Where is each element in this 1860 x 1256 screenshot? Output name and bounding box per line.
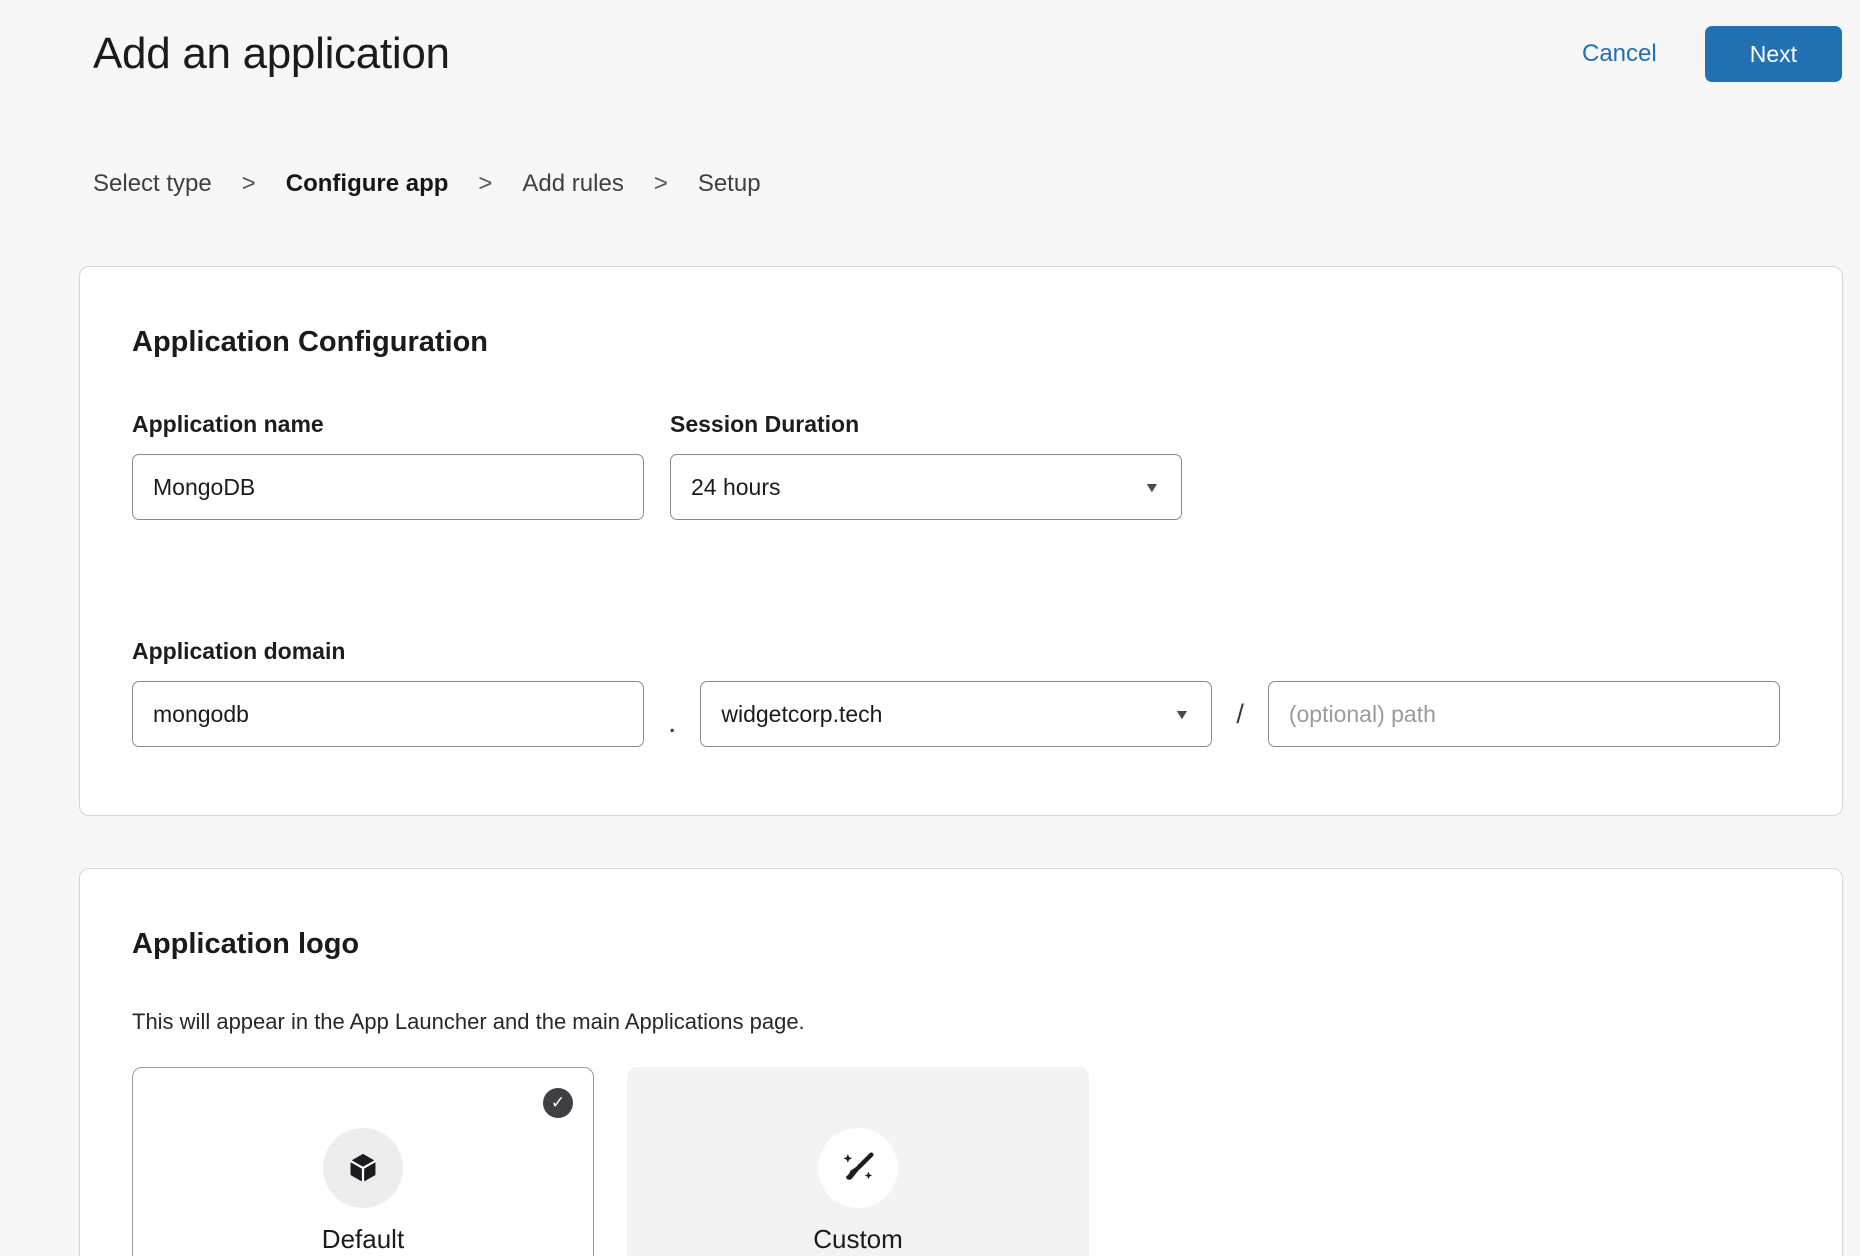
- logo-description: This will appear in the App Launcher and…: [132, 1009, 1790, 1035]
- breadcrumb-separator: >: [478, 170, 492, 198]
- page-header: Add an application Cancel Next: [0, 0, 1860, 82]
- subdomain-input[interactable]: [132, 681, 644, 747]
- breadcrumb-step-select-type[interactable]: Select type: [93, 170, 212, 198]
- page-title: Add an application: [93, 29, 450, 79]
- breadcrumb: Select type > Configure app > Add rules …: [93, 170, 1860, 198]
- application-logo-card: Application logo This will appear in the…: [79, 868, 1843, 1256]
- application-configuration-card: Application Configuration Application na…: [79, 266, 1843, 816]
- default-logo-icon-circle: [323, 1128, 403, 1208]
- cube-icon: [345, 1150, 381, 1186]
- cancel-button[interactable]: Cancel: [1582, 40, 1657, 68]
- breadcrumb-step-setup[interactable]: Setup: [698, 170, 761, 198]
- breadcrumb-step-configure-app[interactable]: Configure app: [286, 170, 449, 198]
- application-name-input[interactable]: [132, 454, 644, 520]
- logo-option-label: Custom: [813, 1224, 903, 1255]
- breadcrumb-step-add-rules[interactable]: Add rules: [522, 170, 623, 198]
- session-duration-select[interactable]: 24 hours ▼: [670, 454, 1182, 520]
- next-button[interactable]: Next: [1705, 26, 1842, 82]
- application-name-field: Application name: [132, 411, 644, 520]
- domain-select[interactable]: widgetcorp.tech ▼: [700, 681, 1212, 747]
- application-domain-row: . widgetcorp.tech ▼ /: [132, 681, 1790, 747]
- path-input[interactable]: [1268, 681, 1780, 747]
- paintbrush-icon: [839, 1149, 877, 1187]
- breadcrumb-separator: >: [242, 170, 256, 198]
- application-domain-field: Application domain . widgetcorp.tech ▼ /: [132, 638, 1790, 747]
- session-duration-field: Session Duration 24 hours ▼: [670, 411, 1182, 520]
- chevron-down-icon: ▼: [1143, 479, 1160, 495]
- session-duration-label: Session Duration: [670, 411, 1182, 438]
- breadcrumb-separator: >: [654, 170, 668, 198]
- logo-option-custom[interactable]: Custom: [627, 1067, 1089, 1256]
- domain-dot-separator: .: [668, 706, 676, 740]
- logo-option-default[interactable]: ✓ Default: [132, 1067, 594, 1256]
- session-duration-value: 24 hours: [691, 474, 781, 501]
- name-duration-row: Application name Session Duration 24 hou…: [132, 411, 1790, 520]
- application-name-label: Application name: [132, 411, 644, 438]
- logo-options: ✓ Default Custom: [132, 1067, 1790, 1256]
- header-actions: Cancel Next: [1582, 26, 1842, 82]
- section-title-application-configuration: Application Configuration: [132, 325, 1790, 359]
- custom-logo-icon-circle: [818, 1128, 898, 1208]
- domain-slash-separator: /: [1236, 699, 1244, 730]
- logo-option-label: Default: [322, 1224, 404, 1255]
- selected-check-icon: ✓: [543, 1088, 573, 1118]
- chevron-down-icon: ▼: [1174, 706, 1191, 722]
- domain-select-value: widgetcorp.tech: [721, 701, 882, 728]
- application-domain-label: Application domain: [132, 638, 1790, 665]
- section-title-application-logo: Application logo: [132, 927, 1790, 961]
